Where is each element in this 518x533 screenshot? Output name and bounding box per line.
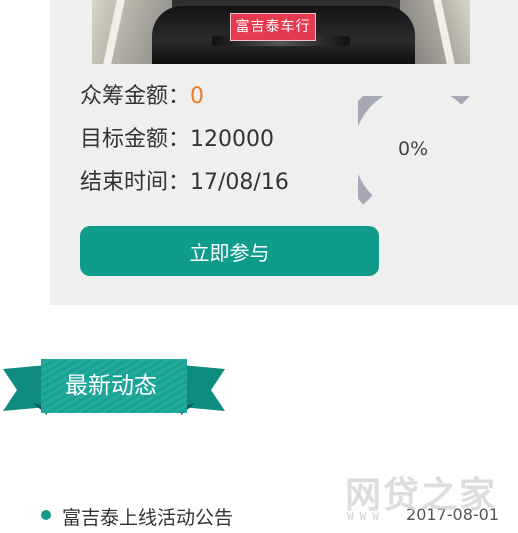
raised-amount-value: 0 bbox=[190, 84, 205, 109]
bullet-dot-icon bbox=[41, 510, 51, 520]
progress-percent: 0% bbox=[398, 138, 429, 160]
end-time-value: 17/08/16 bbox=[190, 170, 289, 195]
target-amount-label: 目标金额： bbox=[80, 127, 191, 152]
section-title-latest-news: 最新动态 bbox=[65, 373, 157, 399]
news-item-title[interactable]: 富吉泰上线活动公告 bbox=[62, 503, 233, 530]
end-time-label: 结束时间： bbox=[80, 170, 191, 195]
join-now-button[interactable]: 立即参与 bbox=[80, 226, 379, 276]
news-list-item[interactable]: 富吉泰上线活动公告 2017-08-01 bbox=[38, 500, 508, 530]
raised-amount-row: 众筹金额：0 bbox=[80, 78, 204, 110]
raised-amount-label: 众筹金额： bbox=[80, 84, 191, 109]
target-amount-value: 120000 bbox=[190, 127, 274, 152]
license-plate-sign: 富吉泰车行 bbox=[230, 13, 316, 41]
news-item-date: 2017-08-01 bbox=[406, 505, 499, 524]
target-amount-row: 目标金额：120000 bbox=[80, 121, 274, 153]
end-time-row: 结束时间：17/08/16 bbox=[80, 164, 289, 196]
